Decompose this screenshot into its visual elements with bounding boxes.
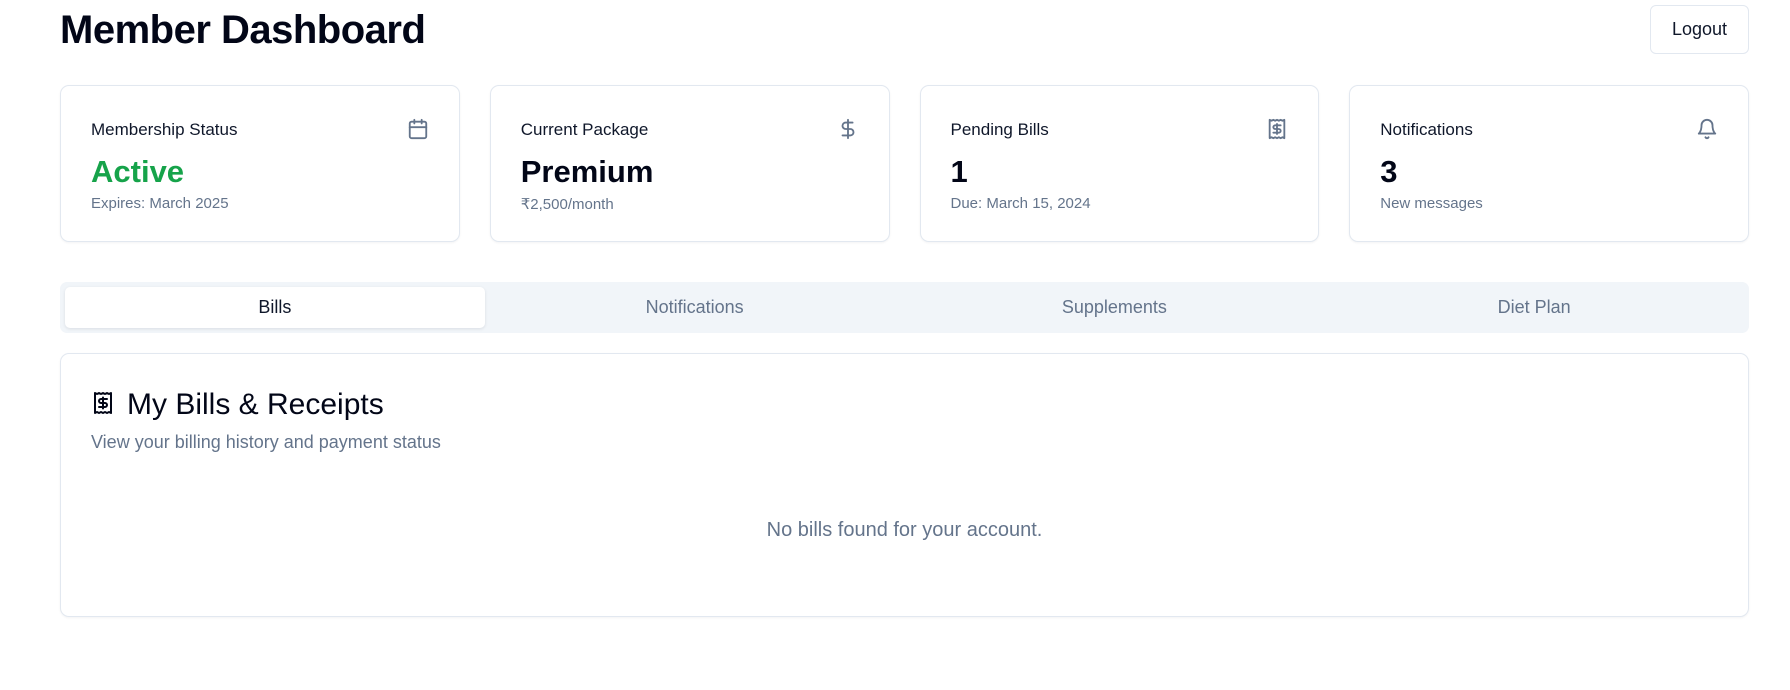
stats-row: Membership Status Active Expires: March … bbox=[60, 85, 1749, 242]
stat-value: Active bbox=[91, 154, 185, 189]
stat-label: Notifications bbox=[1380, 120, 1473, 139]
header: Member Dashboard Logout bbox=[60, 0, 1749, 60]
stat-value: 3 bbox=[1380, 154, 1398, 189]
page-title: Member Dashboard bbox=[60, 8, 426, 52]
stat-label: Pending Bills bbox=[950, 120, 1049, 139]
bills-panel: My Bills & Receipts View your billing hi… bbox=[60, 353, 1749, 617]
tab-supplements[interactable]: Supplements bbox=[905, 287, 1325, 328]
dollar-sign-icon bbox=[837, 118, 859, 140]
notifications-card: Notifications 3 New messages bbox=[1349, 85, 1749, 242]
receipt-icon bbox=[1266, 118, 1288, 140]
empty-state-message: No bills found for your account. bbox=[766, 519, 1043, 541]
stat-subtext: Expires: March 2025 bbox=[91, 195, 229, 212]
calendar-icon bbox=[407, 118, 429, 140]
receipt-icon bbox=[91, 391, 115, 420]
tab-bar: Bills Notifications Supplements Diet Pla… bbox=[60, 282, 1749, 333]
stat-subtext: Due: March 15, 2024 bbox=[950, 195, 1091, 212]
stat-subtext: New messages bbox=[1380, 195, 1483, 212]
member-dashboard-page: Member Dashboard Logout Membership Statu… bbox=[0, 0, 1790, 690]
stat-value: Premium bbox=[520, 154, 654, 189]
panel-header: My Bills & Receipts bbox=[91, 385, 384, 425]
logout-button[interactable]: Logout bbox=[1650, 5, 1749, 54]
bell-icon bbox=[1696, 118, 1718, 140]
current-package-card: Current Package Premium ₹2,500/month bbox=[489, 85, 890, 242]
tab-bills[interactable]: Bills bbox=[65, 287, 485, 328]
tab-notifications[interactable]: Notifications bbox=[485, 287, 905, 328]
panel-title: My Bills & Receipts bbox=[127, 388, 384, 421]
stat-subtext: ₹2,500/month bbox=[520, 196, 614, 213]
tab-diet-plan[interactable]: Diet Plan bbox=[1324, 287, 1744, 328]
membership-status-card: Membership Status Active Expires: March … bbox=[60, 85, 460, 242]
stat-label: Membership Status bbox=[91, 120, 238, 139]
stat-label: Current Package bbox=[520, 120, 649, 139]
stat-value: 1 bbox=[950, 154, 968, 189]
panel-description: View your billing history and payment st… bbox=[91, 432, 441, 452]
pending-bills-card: Pending Bills 1 Due: March 15, 2024 bbox=[919, 85, 1320, 242]
